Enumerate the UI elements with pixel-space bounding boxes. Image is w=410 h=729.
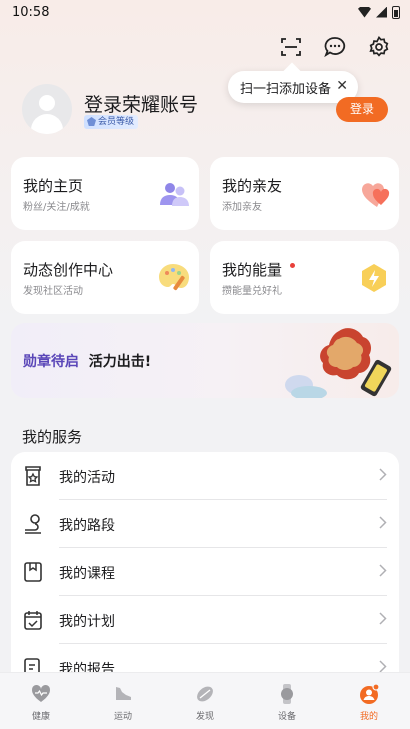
banner-text: 勋章待启 活力出击! <box>23 354 152 370</box>
chevron-right-icon <box>379 612 387 625</box>
heart-icon <box>31 684 51 702</box>
tab-label: 我的 <box>359 712 378 722</box>
card-title: 我的能量 <box>222 259 296 280</box>
login-title[interactable]: 登录荣耀账号 <box>84 90 198 117</box>
scan-tooltip: 扫一扫添加设备 ✕ <box>228 71 358 103</box>
notification-dot <box>290 263 296 268</box>
card-subtitle: 发现社区活动 <box>23 286 83 297</box>
card-my-family[interactable]: 我的亲友 添加亲友 <box>210 157 399 230</box>
tab-exercise[interactable]: 运动 <box>82 673 164 729</box>
medal-banner[interactable]: 勋章待启 活力出击! <box>11 323 399 398</box>
signal-icon <box>376 6 387 18</box>
services-list: 我的活动 我的路段 我的课程 我的计划 我的报告 <box>11 452 399 682</box>
shoe-icon <box>116 687 131 700</box>
chevron-right-icon <box>379 564 387 577</box>
list-item-route[interactable]: 我的路段 <box>11 500 399 548</box>
card-subtitle: 添加亲友 <box>222 202 262 213</box>
chevron-right-icon <box>379 516 387 529</box>
discover-icon <box>197 686 213 702</box>
card-subtitle: 粉丝/关注/成就 <box>23 202 90 213</box>
card-title: 动态创作中心 <box>23 261 114 279</box>
tab-me[interactable]: 我的 <box>328 673 410 729</box>
palette-icon <box>159 264 189 291</box>
list-item-label: 我的活动 <box>59 470 115 486</box>
tab-device[interactable]: 设备 <box>246 673 328 729</box>
list-item-label: 我的路段 <box>59 518 115 534</box>
close-icon[interactable]: ✕ <box>336 78 348 94</box>
people-icon <box>160 183 189 206</box>
route-icon <box>25 514 41 534</box>
energy-icon <box>362 264 386 292</box>
chevron-right-icon <box>379 468 387 481</box>
course-icon <box>24 562 42 582</box>
card-subtitle: 攒能量兑好礼 <box>222 286 282 297</box>
tab-label: 健康 <box>31 712 50 722</box>
list-item-activity[interactable]: 我的活动 <box>11 452 399 500</box>
profile-icon <box>360 683 380 704</box>
tooltip-text: 扫一扫添加设备 <box>240 81 332 97</box>
calendar-icon <box>24 611 42 630</box>
list-item-course[interactable]: 我的课程 <box>11 548 399 596</box>
bottom-tab-bar: 健康 运动 发现 设备 我的 <box>0 672 410 729</box>
list-item-label: 我的课程 <box>59 566 115 582</box>
card-title: 我的主页 <box>23 177 84 195</box>
hearts-icon <box>362 183 390 207</box>
settings-icon[interactable] <box>368 36 390 58</box>
card-title: 我的亲友 <box>222 177 283 195</box>
tab-label: 设备 <box>277 712 296 722</box>
status-bar: 10:58 <box>0 0 410 24</box>
battery-icon <box>392 5 400 19</box>
list-item-label: 我的计划 <box>59 614 115 630</box>
message-icon[interactable] <box>324 36 346 58</box>
top-actions <box>280 36 390 58</box>
status-icons <box>358 5 400 19</box>
activity-icon <box>25 466 41 486</box>
wifi-icon <box>358 6 371 18</box>
medal-illustration <box>285 328 392 398</box>
login-button[interactable]: 登录 <box>336 97 388 122</box>
avatar[interactable] <box>22 84 72 134</box>
scan-icon[interactable] <box>280 36 302 58</box>
services-title: 我的服务 <box>22 428 83 446</box>
tab-label: 发现 <box>195 712 214 722</box>
tab-discover[interactable]: 发现 <box>164 673 246 729</box>
member-level-badge[interactable]: 会员等级 <box>84 115 139 129</box>
list-item-plan[interactable]: 我的计划 <box>11 596 399 644</box>
watch-icon <box>281 684 293 704</box>
tab-health[interactable]: 健康 <box>0 673 82 729</box>
card-my-energy[interactable]: 我的能量 攒能量兑好礼 <box>210 241 399 314</box>
card-my-homepage[interactable]: 我的主页 粉丝/关注/成就 <box>11 157 199 230</box>
tab-label: 运动 <box>113 712 132 722</box>
card-creation-center[interactable]: 动态创作中心 发现社区活动 <box>11 241 199 314</box>
status-time: 10:58 <box>12 4 50 20</box>
